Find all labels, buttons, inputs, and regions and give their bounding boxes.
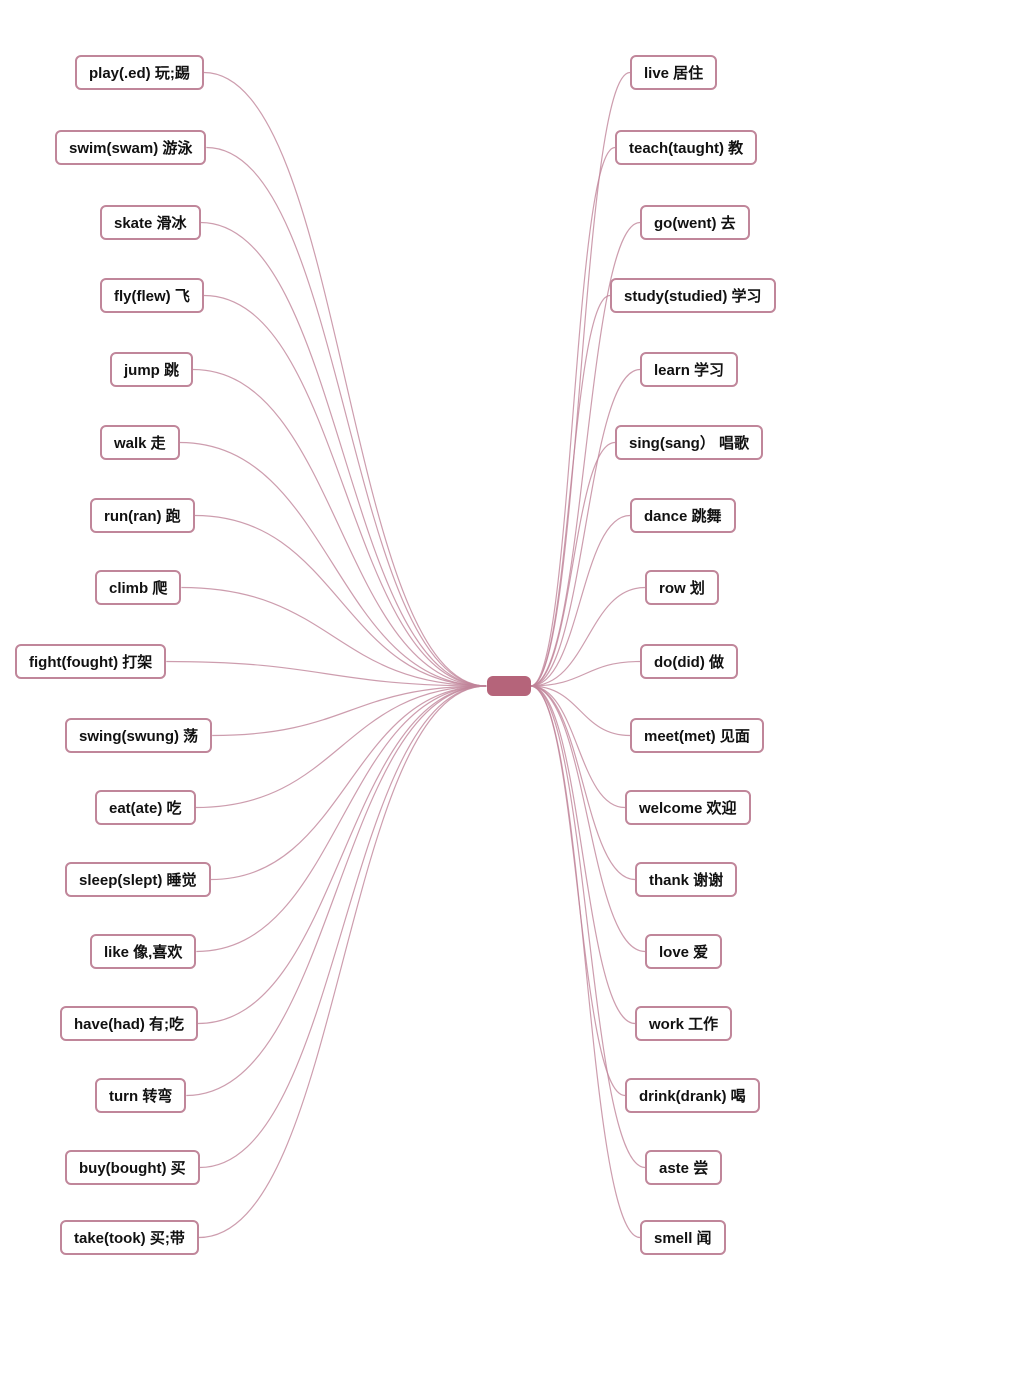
node-run: run(ran) 跑 xyxy=(90,498,195,533)
node-taste: aste 尝 xyxy=(645,1150,722,1185)
node-fly: fly(flew) 飞 xyxy=(100,278,204,313)
node-sing: sing(sang） 唱歌 xyxy=(615,425,763,460)
node-fight: fight(fought) 打架 xyxy=(15,644,166,679)
node-swing: swing(swung) 荡 xyxy=(65,718,212,753)
node-turn: turn 转弯 xyxy=(95,1078,186,1113)
node-skate: skate 滑冰 xyxy=(100,205,201,240)
node-take: take(took) 买;带 xyxy=(60,1220,199,1255)
node-learn: learn 学习 xyxy=(640,352,738,387)
node-teach: teach(taught) 教 xyxy=(615,130,757,165)
node-drink: drink(drank) 喝 xyxy=(625,1078,760,1113)
node-do: do(did) 做 xyxy=(640,644,738,679)
node-live: live 居住 xyxy=(630,55,717,90)
node-sleep: sleep(slept) 睡觉 xyxy=(65,862,211,897)
center-node xyxy=(487,676,531,696)
mind-map: play(.ed) 玩;踢 swim(swam) 游泳 skate 滑冰 fly(fl… xyxy=(0,0,1017,1398)
node-have: have(had) 有;吃 xyxy=(60,1006,198,1041)
node-meet: meet(met) 见面 xyxy=(630,718,764,753)
node-welcome: welcome 欢迎 xyxy=(625,790,751,825)
node-row: row 划 xyxy=(645,570,719,605)
node-play: play(.ed) 玩;踢 xyxy=(75,55,204,90)
node-jump: jump 跳 xyxy=(110,352,193,387)
node-study: study(studied) 学习 xyxy=(610,278,776,313)
node-climb: climb 爬 xyxy=(95,570,181,605)
node-work: work 工作 xyxy=(635,1006,732,1041)
node-smell: smell 闻 xyxy=(640,1220,726,1255)
node-go: go(went) 去 xyxy=(640,205,750,240)
node-like: like 像,喜欢 xyxy=(90,934,196,969)
node-walk: walk 走 xyxy=(100,425,180,460)
node-dance: dance 跳舞 xyxy=(630,498,736,533)
node-buy: buy(bought) 买 xyxy=(65,1150,200,1185)
node-thank: thank 谢谢 xyxy=(635,862,737,897)
node-eat: eat(ate) 吃 xyxy=(95,790,196,825)
node-love: love 爱 xyxy=(645,934,722,969)
node-swim: swim(swam) 游泳 xyxy=(55,130,206,165)
